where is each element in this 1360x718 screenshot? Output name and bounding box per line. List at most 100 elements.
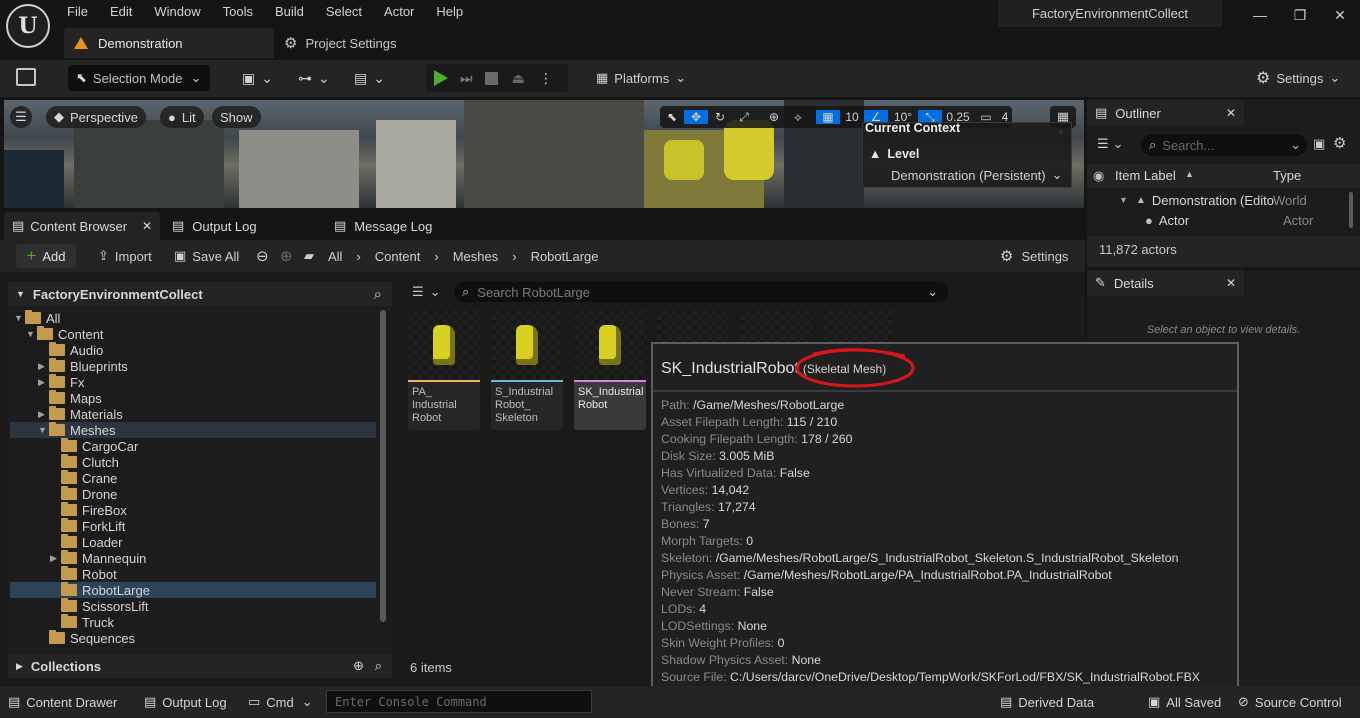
menu-actor[interactable]: Actor <box>373 2 425 22</box>
save-icon[interactable] <box>16 68 36 86</box>
collections-header[interactable]: ▶ Collections ⊕ ⌕ <box>8 654 392 678</box>
surface-snap-icon[interactable]: ⟡ <box>786 110 810 125</box>
outliner-row[interactable]: ● Actor Actor <box>1145 211 1359 229</box>
close-icon[interactable]: ✕ <box>1226 276 1236 290</box>
tree-node[interactable]: RobotLarge <box>10 582 376 598</box>
add-folder-icon[interactable]: ▣ <box>1313 136 1325 152</box>
gear-icon[interactable]: ⚙ <box>1333 134 1346 152</box>
tree-node[interactable]: ▼ All <box>10 310 376 326</box>
tree-header[interactable]: ▼ FactoryEnvironmentCollect ⌕ <box>8 282 392 306</box>
visibility-eye-icon[interactable]: ◉ <box>1093 168 1104 184</box>
menu-tools[interactable]: Tools <box>212 2 264 22</box>
all-saved-button[interactable]: ▣ All Saved <box>1148 686 1221 718</box>
close-icon[interactable]: ✕ <box>142 219 152 233</box>
close-icon[interactable]: ✕ <box>1226 106 1236 120</box>
tree-node[interactable]: ForkLift <box>10 518 376 534</box>
selection-mode-dropdown[interactable]: ⬉ Selection Mode ⌄ <box>68 65 210 91</box>
search-icon[interactable]: ⌕ <box>374 286 382 303</box>
expand-arrow-icon[interactable]: ▼ <box>26 329 37 339</box>
viewport-menu-button[interactable]: ☰ <box>10 106 32 128</box>
menu-select[interactable]: Select <box>315 2 373 22</box>
step-icon[interactable]: ⏭ <box>460 70 473 87</box>
stop-icon[interactable] <box>484 71 498 85</box>
cb-settings-button[interactable]: ⚙ Settings <box>1000 240 1068 272</box>
breadcrumb-content[interactable]: Content <box>375 249 421 264</box>
level-viewport[interactable]: ☰ ◆ Perspective ● Lit Show ⬉ ✥ ↻ ⤢ ⊕ ⟡ ▦… <box>4 100 1084 208</box>
outliner-scrollbar[interactable] <box>1349 192 1353 228</box>
tree-node[interactable]: ▼ Content <box>10 326 376 342</box>
tree-node[interactable]: ▶ Blueprints <box>10 358 376 374</box>
expand-arrow-icon[interactable]: ▶ <box>50 553 61 564</box>
world-space-icon[interactable]: ⊕ <box>762 110 786 124</box>
rotate-tool-icon[interactable]: ↻ <box>708 110 732 124</box>
select-tool-icon[interactable]: ⬉ <box>660 110 684 124</box>
add-actor-button[interactable]: ▣ ⌄ <box>242 66 273 90</box>
restore-button[interactable]: ❐ <box>1280 7 1320 24</box>
more-options-icon[interactable]: ⋮ <box>539 70 553 87</box>
breadcrumb-robotlarge[interactable]: RobotLarge <box>531 249 599 264</box>
tab-details[interactable]: ✎ Details ✕ <box>1087 270 1244 296</box>
derived-data-button[interactable]: ▤ Derived Data <box>1000 686 1094 718</box>
breadcrumb-meshes[interactable]: Meshes <box>453 249 499 264</box>
forward-icon[interactable]: ⊕ <box>280 240 293 272</box>
menu-file[interactable]: File <box>56 2 99 22</box>
tree-node[interactable]: Audio <box>10 342 376 358</box>
expand-arrow-icon[interactable]: ▼ <box>38 425 49 435</box>
play-icon[interactable] <box>434 70 448 86</box>
close-button[interactable]: ✕ <box>1320 7 1360 24</box>
cmd-dropdown[interactable]: ▭ Cmd ⌄ <box>248 686 313 718</box>
tree-node[interactable]: ScissorsLift <box>10 598 376 614</box>
tree-node[interactable]: ▼ Meshes <box>10 422 376 438</box>
asset-search-input[interactable]: ⌕ Search RobotLarge ⌄ <box>454 282 948 302</box>
tree-node[interactable]: ▶ Fx <box>10 374 376 390</box>
tree-node[interactable]: FireBox <box>10 502 376 518</box>
menu-window[interactable]: Window <box>143 2 211 22</box>
show-button[interactable]: Show <box>212 106 261 128</box>
expand-arrow-icon[interactable]: ▶ <box>38 361 49 372</box>
outliner-filter-button[interactable]: ☰ ⌄ <box>1097 136 1124 152</box>
tab-message-log[interactable]: ▤ Message Log <box>326 212 432 240</box>
tree-node[interactable]: CargoCar <box>10 438 376 454</box>
tree-node[interactable]: Drone <box>10 486 376 502</box>
tree-node[interactable]: Robot <box>10 566 376 582</box>
tab-demonstration[interactable]: Demonstration <box>64 28 274 58</box>
menu-edit[interactable]: Edit <box>99 2 143 22</box>
outliner-row[interactable]: ▼ ▲ Demonstration (Edito World <box>1119 191 1359 209</box>
tree-node[interactable]: Truck <box>10 614 376 630</box>
cinematics-button[interactable]: ▤ ⌄ <box>354 66 385 90</box>
add-collection-icon[interactable]: ⊕ <box>353 658 364 674</box>
tab-output-log[interactable]: ▤ Output Log <box>164 212 257 240</box>
tree-node[interactable]: Crane <box>10 470 376 486</box>
console-command-input[interactable]: Enter Console Command <box>326 690 592 713</box>
tree-node[interactable]: Sequences <box>10 630 376 646</box>
expand-arrow-icon[interactable]: ▼ <box>1119 195 1130 205</box>
status-output-log-button[interactable]: ▤ Output Log <box>144 686 227 718</box>
content-drawer-button[interactable]: ▤ Content Drawer <box>8 686 117 718</box>
grid-snap-value[interactable]: 10 <box>840 110 864 124</box>
menu-build[interactable]: Build <box>264 2 315 22</box>
folder-icon[interactable]: ▰ <box>304 240 314 272</box>
asset-filter-button[interactable]: ☰ ⌄ <box>412 284 441 300</box>
search-icon[interactable]: ⌕ <box>375 658 382 674</box>
tab-outliner[interactable]: ▤ Outliner ✕ <box>1087 100 1244 126</box>
tree-node[interactable]: Maps <box>10 390 376 406</box>
scale-tool-icon[interactable]: ⤢ <box>732 110 756 125</box>
translate-tool-icon[interactable]: ✥ <box>684 110 708 124</box>
perspective-button[interactable]: ◆ Perspective <box>46 106 146 128</box>
save-all-button[interactable]: ▣ Save All <box>174 240 239 272</box>
tree-node[interactable]: Loader <box>10 534 376 550</box>
col-item-label[interactable]: Item Label <box>1115 168 1176 183</box>
minimize-button[interactable]: — <box>1240 7 1280 23</box>
breadcrumb-all[interactable]: All <box>328 249 342 264</box>
expand-arrow-icon[interactable]: ▶ <box>38 377 49 388</box>
add-button[interactable]: + Add <box>16 244 76 268</box>
platforms-button[interactable]: ▦ Platforms ⌄ <box>596 66 686 90</box>
import-button[interactable]: ⇪ Import <box>98 240 152 272</box>
menu-help[interactable]: Help <box>425 2 474 22</box>
tree-node[interactable]: ▶ Mannequin <box>10 550 376 566</box>
expand-arrow-icon[interactable]: ▶ <box>38 409 49 420</box>
outliner-search-input[interactable]: ⌕ Search... ⌄ <box>1141 134 1307 156</box>
toolbar-settings-button[interactable]: ⚙ Settings ⌄ <box>1256 66 1340 90</box>
tab-content-browser[interactable]: ▤ Content Browser ✕ <box>4 212 160 240</box>
tab-project-settings[interactable]: ⚙ Project Settings <box>282 28 397 58</box>
